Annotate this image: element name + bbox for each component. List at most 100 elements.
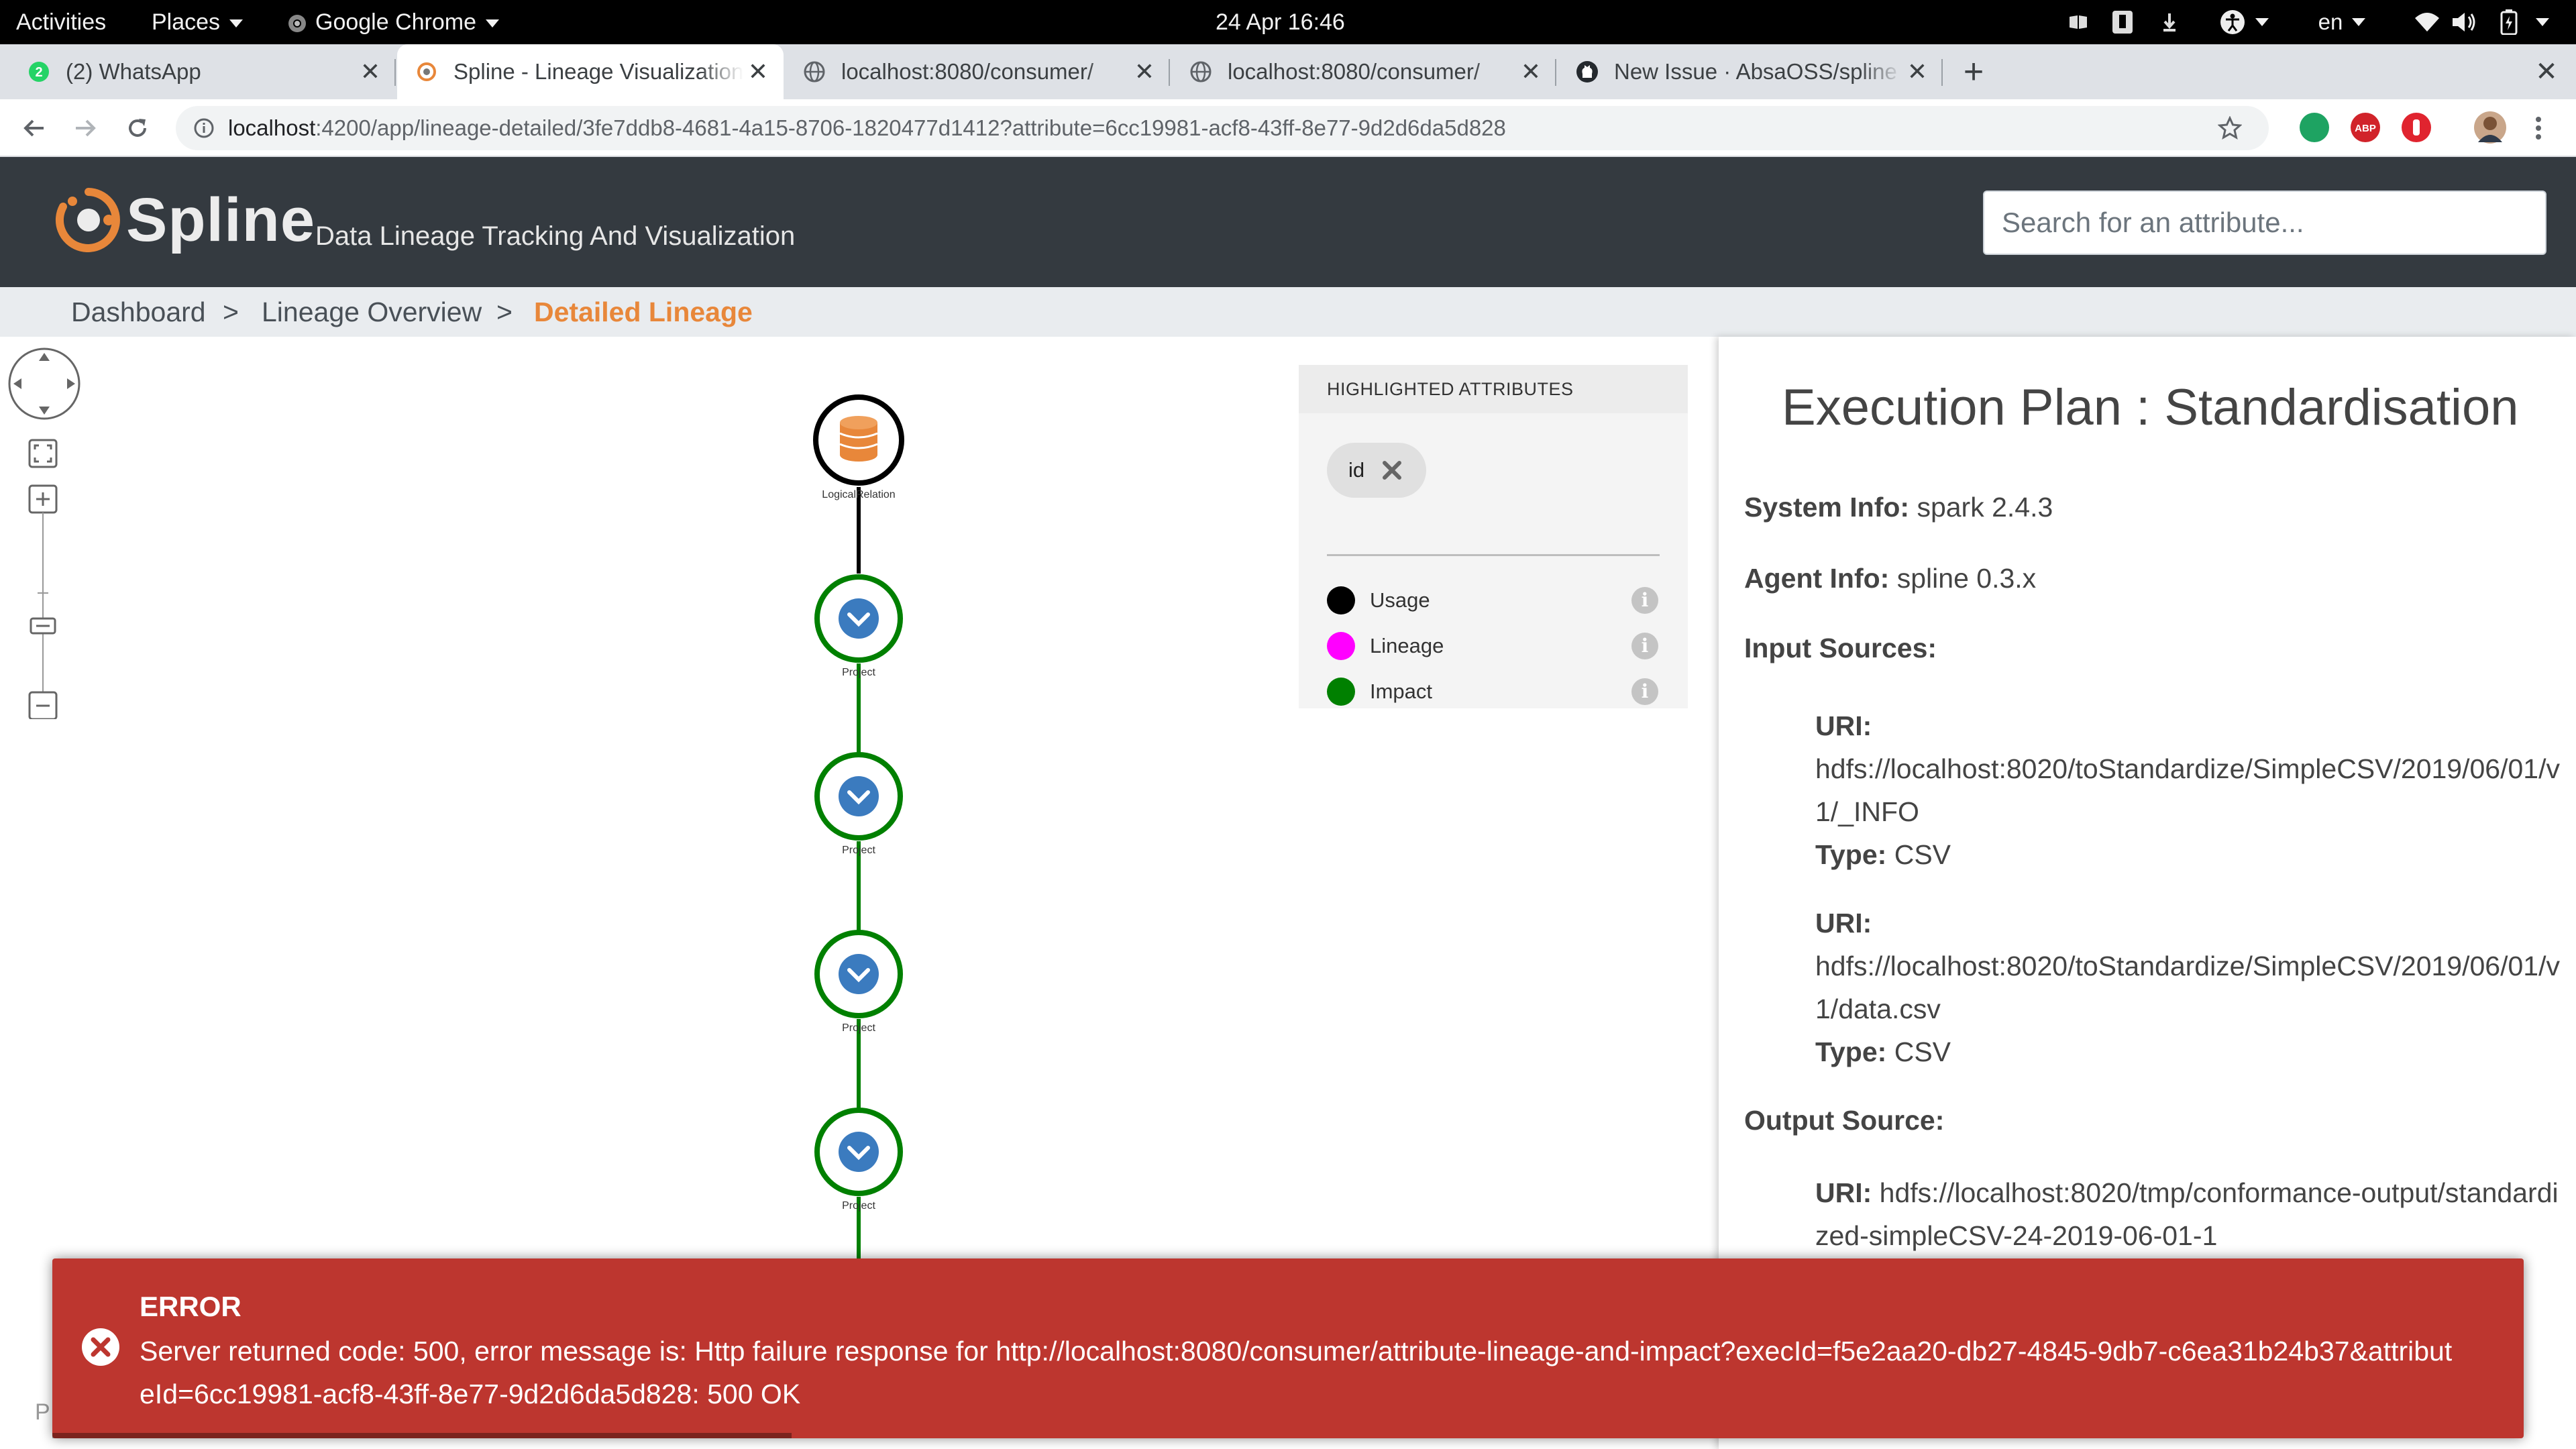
error-close-icon[interactable]: [79, 1326, 122, 1368]
output-source-label: Output Source:: [1744, 1105, 1945, 1136]
breadcrumb-dashboard[interactable]: Dashboard: [71, 287, 206, 337]
language-menu[interactable]: en: [2312, 8, 2372, 36]
system-top-bar: Activities Places Google Chrome 24 Apr 1…: [0, 0, 2576, 44]
breadcrumb-detailed-lineage: Detailed Lineage: [534, 297, 753, 327]
breadcrumb-lineage-overview[interactable]: Lineage Overview: [262, 287, 482, 337]
address-bar[interactable]: localhost:4200/app/lineage-detailed/3fe7…: [176, 106, 2269, 150]
globe-icon: [1190, 61, 1212, 83]
browser-tab-strip: 2 (2) WhatsApp ✕ Spline - Lineage Visual…: [0, 44, 2576, 99]
profile-avatar[interactable]: [2474, 111, 2506, 144]
stop-extension-icon[interactable]: [2402, 113, 2431, 142]
bookmark-star-icon[interactable]: [2218, 116, 2242, 140]
tab-spline[interactable]: Spline - Lineage Visualization ✕: [397, 44, 784, 99]
volume-icon[interactable]: [2450, 8, 2479, 36]
tab-close-icon[interactable]: ✕: [1130, 58, 1159, 86]
whatsapp-icon: 2: [29, 62, 49, 82]
remove-attribute-icon[interactable]: [1378, 456, 1406, 484]
input-sources-label: Input Sources:: [1744, 633, 1937, 663]
url-text: localhost:4200/app/lineage-detailed/3fe7…: [228, 106, 1506, 150]
caret-down-icon: [486, 19, 500, 28]
spline-logo-icon[interactable]: [55, 186, 122, 254]
reload-icon: [129, 119, 146, 137]
adblock-icon[interactable]: ABP: [2351, 113, 2380, 142]
url-path: :4200/app/lineage-detailed/3fe7ddb8-4681…: [315, 115, 1506, 140]
tab-title: New Issue · AbsaOSS/spline: [1614, 59, 1897, 84]
tray-shield-icon[interactable]: [2109, 8, 2136, 36]
accessibility-menu[interactable]: [2214, 8, 2274, 36]
language-label: en: [2318, 9, 2343, 34]
tray-book-icon[interactable]: [2065, 8, 2092, 36]
graph-node-logical-relation[interactable]: LogicalRelation: [813, 394, 904, 500]
app-menu-label: Google Chrome: [315, 9, 477, 35]
tab-close-icon[interactable]: ✕: [1902, 58, 1932, 86]
svg-text:2: 2: [35, 65, 42, 80]
window-close-button[interactable]: ✕: [2529, 44, 2564, 99]
attribute-chip[interactable]: id: [1327, 443, 1426, 498]
system-menu[interactable]: [2529, 8, 2556, 36]
tab-close-icon[interactable]: ✕: [356, 58, 385, 86]
lineage-color-dot: [1327, 632, 1355, 660]
impact-color-dot: [1327, 678, 1355, 706]
arrow-right-icon: [76, 119, 96, 137]
graph-node-project[interactable]: Project: [814, 574, 903, 678]
legend-item-impact: Impact i: [1327, 675, 1660, 708]
pan-control[interactable]: [8, 347, 80, 420]
tab-title: localhost:8080/consumer/: [841, 59, 1094, 84]
arrow-left-icon: [23, 119, 44, 137]
zoom-in-button[interactable]: [28, 484, 58, 514]
input-source-type: CSV: [1894, 839, 1951, 870]
tab-close-icon[interactable]: ✕: [1516, 58, 1546, 86]
clock[interactable]: 24 Apr 16:46: [1216, 0, 1345, 44]
tab-separator: [1169, 59, 1170, 86]
input-source-uri[interactable]: hdfs://localhost:8020/toStandardize/Simp…: [1815, 747, 2560, 833]
footer-hint: P: [35, 1399, 50, 1425]
zoom-out-button[interactable]: [28, 691, 58, 719]
tray-network-icon[interactable]: [2156, 8, 2183, 36]
execution-plan-title: Execution Plan : Standardisation: [1782, 379, 2519, 436]
info-icon[interactable]: i: [1631, 633, 1658, 659]
legend-divider: [1327, 554, 1660, 556]
graph-node-project[interactable]: Project: [814, 930, 903, 1034]
graph-node-label: Project: [842, 667, 875, 678]
tab-consumer-2[interactable]: localhost:8080/consumer/ ✕: [1171, 44, 1556, 99]
info-icon[interactable]: i: [1631, 678, 1658, 705]
extension-green-icon[interactable]: [2300, 113, 2329, 142]
attribute-search-input[interactable]: [1983, 191, 2546, 255]
battery-icon[interactable]: [2494, 8, 2524, 36]
info-icon[interactable]: i: [1631, 587, 1658, 614]
places-menu[interactable]: Places: [152, 0, 244, 44]
graph-node-project[interactable]: Project: [814, 1108, 903, 1212]
input-source-item: URI: hdfs://localhost:8020/toStandardize…: [1815, 704, 2560, 876]
reload-button[interactable]: [118, 109, 157, 148]
browser-toolbar: localhost:4200/app/lineage-detailed/3fe7…: [0, 99, 2576, 157]
logo-text[interactable]: Spline: [126, 185, 315, 256]
tab-close-icon[interactable]: ✕: [743, 58, 773, 86]
activities-button[interactable]: Activities: [16, 0, 106, 44]
tab-title: localhost:8080/consumer/: [1228, 59, 1481, 84]
wifi-icon[interactable]: [2412, 8, 2442, 36]
agent-info-value: spline 0.3.x: [1896, 563, 2037, 594]
breadcrumb-separator: >: [496, 297, 513, 327]
tab-whatsapp[interactable]: 2 (2) WhatsApp ✕: [9, 44, 396, 99]
agent-info-label: Agent Info:: [1744, 563, 1890, 594]
highlighted-attributes-header: HIGHLIGHTED ATTRIBUTES: [1299, 365, 1688, 413]
error-toast[interactable]: ERROR Server returned code: 500, error m…: [52, 1258, 2524, 1438]
spline-icon: [417, 62, 436, 81]
tab-consumer-1[interactable]: localhost:8080/consumer/ ✕: [785, 44, 1170, 99]
graph-node-label: Project: [842, 1022, 875, 1034]
graph-node-project[interactable]: Project: [814, 752, 903, 856]
tab-github-issue[interactable]: New Issue · AbsaOSS/spline ✕: [1558, 44, 1943, 99]
output-source-uri[interactable]: hdfs://localhost:8020/tmp/conformance-ou…: [1815, 1177, 2559, 1251]
new-tab-button[interactable]: +: [1956, 44, 1991, 99]
forward-button[interactable]: [66, 109, 105, 148]
chevron-down-icon: [839, 776, 879, 816]
zoom-slider-handle[interactable]: [30, 617, 56, 635]
chevron-down-icon: [839, 598, 879, 639]
input-source-uri[interactable]: hdfs://localhost:8020/toStandardize/Simp…: [1815, 945, 2560, 1030]
tab-separator: [1941, 59, 1943, 86]
browser-menu-button[interactable]: [2524, 109, 2553, 148]
app-menu[interactable]: Google Chrome: [287, 0, 500, 44]
tab-title: (2) WhatsApp: [66, 59, 201, 84]
back-button[interactable]: [15, 109, 54, 148]
fit-to-screen-button[interactable]: [28, 439, 58, 468]
